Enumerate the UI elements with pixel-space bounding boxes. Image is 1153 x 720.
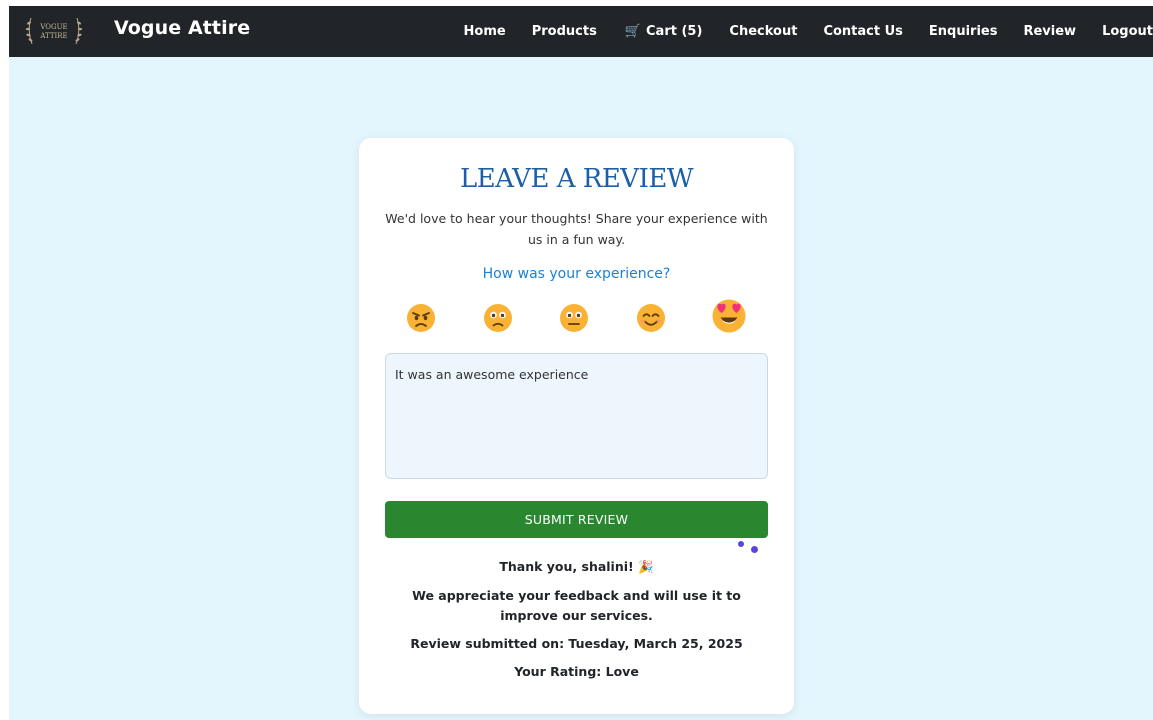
thank-you-message: Thank you, shalini! 🎉 (499, 559, 654, 574)
submit-review-button[interactable]: SUBMIT REVIEW (385, 501, 768, 538)
happy-face-icon[interactable] (636, 303, 666, 333)
experience-question: How was your experience? (482, 266, 671, 282)
sad-face-icon[interactable] (483, 303, 513, 333)
review-title: LEAVE A REVIEW (459, 164, 694, 194)
nav-contact-us[interactable]: Contact Us (823, 24, 902, 39)
rating-result: Your Rating: Love (514, 664, 639, 679)
review-card: LEAVE A REVIEW We'd love to hear your th… (359, 138, 794, 714)
nav-checkout[interactable]: Checkout (729, 24, 797, 39)
review-subtitle: We'd love to hear your thoughts! Share y… (385, 211, 768, 247)
nav-products[interactable]: Products (532, 24, 597, 39)
nav-menu: Home Products 🛒 Cart (5) Checkout Contac… (464, 6, 1153, 57)
logo-text-bottom: ATTIRE (39, 32, 67, 40)
confetti-dot-icon (751, 546, 758, 553)
app-frame: VOGUE ATTIRE Vogue Attire Home Products … (9, 6, 1153, 720)
love-face-icon[interactable] (710, 296, 748, 334)
submitted-date: Review submitted on: Tuesday, March 25, … (410, 636, 743, 651)
navbar: VOGUE ATTIRE Vogue Attire Home Products … (9, 6, 1153, 57)
nav-enquiries[interactable]: Enquiries (929, 24, 998, 39)
review-comment-input[interactable]: It was an awesome experience (385, 353, 768, 479)
neutral-face-icon[interactable] (559, 303, 589, 333)
laurel-logo-icon: VOGUE ATTIRE (25, 17, 83, 45)
logo-text-top: VOGUE (39, 23, 67, 31)
brand-logo[interactable]: VOGUE ATTIRE (23, 14, 85, 48)
appreciation-message: We appreciate your feedback and will use… (412, 588, 741, 623)
nav-cart-label: Cart (5) (646, 24, 703, 39)
nav-home[interactable]: Home (464, 24, 506, 39)
nav-logout[interactable]: Logout (1102, 24, 1153, 39)
cart-icon: 🛒 (624, 24, 642, 39)
nav-review[interactable]: Review (1023, 24, 1076, 39)
nav-cart[interactable]: 🛒 Cart (5) (625, 24, 703, 39)
brand-name[interactable]: Vogue Attire (114, 17, 250, 39)
confetti-dot-icon (738, 541, 744, 547)
emoji-rating-row (359, 299, 794, 340)
angry-face-icon[interactable] (406, 303, 436, 333)
